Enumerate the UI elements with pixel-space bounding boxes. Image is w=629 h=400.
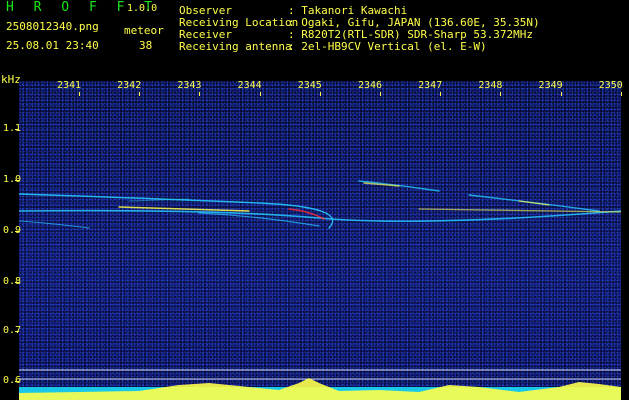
x-tick-mark: [620, 92, 622, 96]
spectrogram-traces: [19, 180, 621, 400]
y-tick-mark: [15, 331, 19, 332]
meteor-count: 38: [139, 39, 153, 52]
x-tick-mark: [380, 92, 381, 96]
image-filename: 2508012340.png: [6, 20, 99, 33]
spectrogram-plot: [19, 81, 621, 400]
x-tick-mark: [440, 92, 442, 96]
x-tick-mark: [560, 92, 562, 96]
x-tick-label: 2342: [117, 80, 142, 91]
antenna-label: Receiving antenna: [179, 40, 292, 53]
y-tick-mark: [15, 231, 19, 232]
y-tick-mark: [15, 180, 19, 181]
x-tick-mark: [319, 92, 321, 96]
mode-label: meteor: [124, 24, 164, 37]
y-tick-mark: [15, 381, 19, 382]
y-tick-mark: [15, 129, 19, 130]
x-tick-label: 2348: [478, 80, 503, 91]
x-tick-label: 2343: [177, 80, 202, 91]
info-labels: Observer Receiving Location Receiver Rec…: [179, 5, 298, 53]
capture-datetime: 25.08.01 23:40: [6, 39, 99, 52]
meteor-trace: [19, 209, 621, 223]
x-tick-mark: [259, 92, 261, 96]
info-values: : Takanori Kawachi : Ogaki, Gifu, JAPAN …: [288, 5, 540, 53]
y-axis-unit: kHz: [1, 73, 21, 86]
x-tick-label: 2349: [538, 80, 563, 91]
x-tick-mark: [139, 92, 141, 96]
x-tick-mark: [500, 92, 502, 96]
meteor-trace: [518, 200, 550, 206]
y-tick-mark: [15, 282, 19, 283]
x-tick-label: 2347: [418, 80, 443, 91]
x-tick-label: 2350: [598, 80, 623, 91]
meteor-trace: [198, 212, 320, 227]
antenna-value: : 2el-HB9CV Vertical (el. E-W): [288, 40, 487, 53]
app-version: 1.0.0: [127, 3, 158, 14]
x-tick-mark: [79, 92, 80, 96]
x-tick-label: 2344: [237, 80, 262, 91]
x-tick-label: 2346: [357, 80, 383, 91]
header-panel: H R O F F T 1.0.0 2508012340.png 25.08.0…: [0, 0, 629, 75]
meteor-trace: [19, 220, 90, 229]
x-tick-label: 2341: [56, 80, 82, 91]
x-tick-mark: [199, 92, 201, 96]
x-tick-label: 2345: [297, 80, 322, 91]
